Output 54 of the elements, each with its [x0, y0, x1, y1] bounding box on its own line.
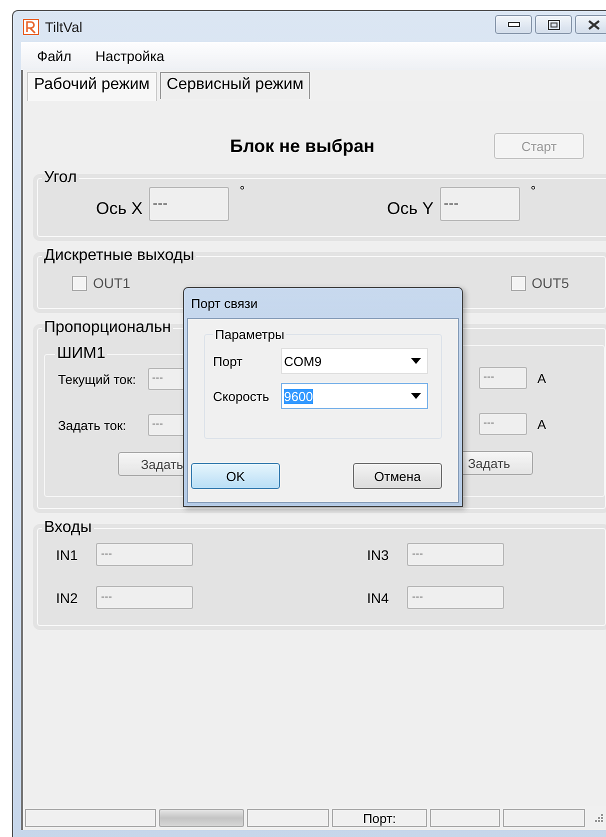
close-button[interactable] — [575, 15, 606, 34]
dialog-title: Порт связи — [191, 296, 258, 310]
cancel-button[interactable]: Отмена — [353, 463, 442, 489]
checkbox[interactable] — [510, 276, 526, 290]
maximize-icon — [548, 20, 560, 30]
input-label: IN3 — [367, 546, 387, 562]
status-segment — [430, 809, 500, 827]
maximize-button[interactable] — [535, 15, 572, 34]
minimize-icon — [508, 22, 520, 28]
input-field[interactable]: --- — [96, 586, 193, 609]
tab[interactable]: Рабочий режим — [27, 72, 157, 101]
current-field[interactable]: --- — [479, 367, 528, 389]
unit-label: A — [537, 370, 546, 386]
group-title: Пропорциональн — [43, 319, 172, 337]
close-icon — [586, 20, 600, 30]
group-title: ШИМ1 — [56, 345, 106, 363]
current-field[interactable]: --- — [479, 413, 528, 435]
axis-label: Ось Y — [387, 199, 434, 219]
group-title: Дискретные выходы — [43, 247, 196, 265]
menu-item[interactable]: Настройка — [95, 48, 164, 64]
field-label: Порт — [213, 354, 244, 368]
unit-label: ° — [240, 183, 245, 198]
dropdown-arrow-icon — [411, 358, 421, 364]
field-label: Скорость — [213, 388, 270, 404]
minimize-button[interactable] — [495, 15, 532, 34]
group-title: Входы — [43, 519, 93, 537]
dropdown-arrow-icon — [411, 393, 421, 399]
input-label: IN4 — [367, 590, 387, 606]
angle-field[interactable]: --- — [148, 187, 229, 221]
field-label: Задать ток: — [58, 418, 128, 432]
app-logo-icon — [23, 18, 39, 34]
input-field[interactable]: --- — [96, 543, 193, 566]
menu-item[interactable]: Файл — [37, 48, 72, 64]
input-label: IN1 — [56, 546, 76, 562]
tab[interactable]: Сервисный режим — [160, 72, 310, 99]
port-status-label: Порт: — [332, 809, 427, 827]
field-label: Текущий ток: — [58, 372, 137, 386]
output-label: OUT1 — [93, 275, 130, 291]
window-title: TiltVal — [45, 18, 82, 34]
input-field[interactable]: --- — [407, 543, 504, 566]
output-label: OUT5 — [532, 275, 569, 291]
group-title: Параметры — [214, 327, 286, 342]
group-title: Угол — [43, 169, 78, 187]
input-label: IN2 — [56, 590, 76, 606]
unit-label: ° — [530, 183, 536, 198]
unit-label: A — [537, 416, 546, 432]
axis-label: Ось X — [96, 199, 143, 219]
angle-field[interactable]: --- — [440, 187, 520, 221]
input-field[interactable]: --- — [407, 586, 504, 609]
ok-button[interactable]: OK — [191, 463, 280, 489]
checkbox[interactable] — [72, 276, 87, 290]
device-status-heading: Блок не выбран — [230, 136, 374, 156]
resize-grip-icon — [594, 813, 604, 823]
dropdown[interactable]: COM9 — [281, 348, 428, 374]
